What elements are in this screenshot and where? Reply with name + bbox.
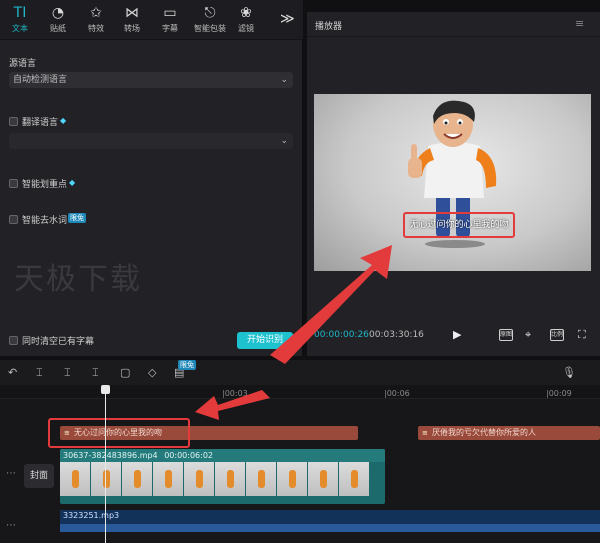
annotation-arrows bbox=[195, 245, 392, 420]
editor-window: TI 文本 ◔ 贴纸 ✩ 特效 ⋈ 转场 ▭ 字幕 ⎋ 智能包装 ❀ 滤镜 ≫ … bbox=[0, 0, 600, 543]
